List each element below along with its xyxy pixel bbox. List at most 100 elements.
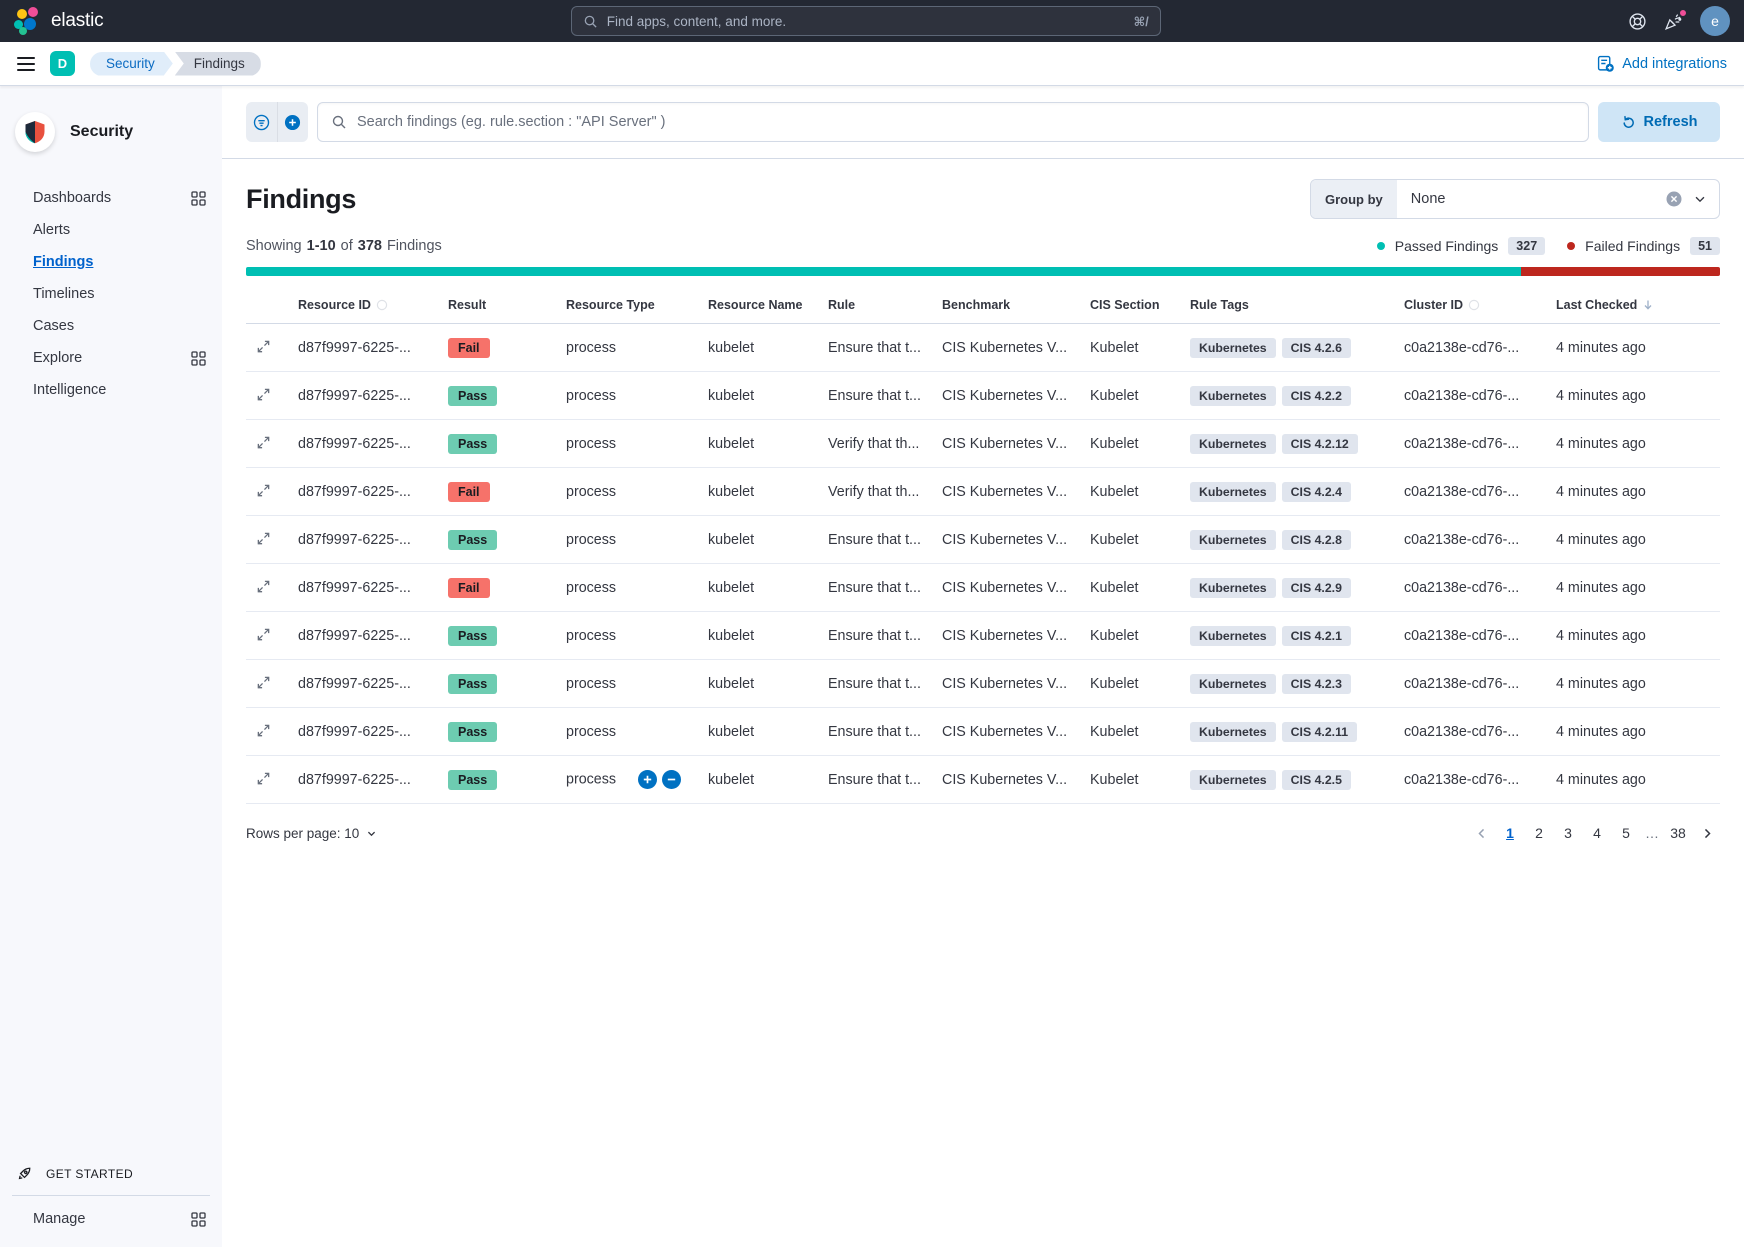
resource-id-cell: d87f9997-6225-... xyxy=(290,611,440,660)
breadcrumb: Security Findings xyxy=(90,51,261,76)
menu-icon[interactable] xyxy=(17,56,35,71)
column-header-resource-name[interactable]: Resource Name xyxy=(700,288,820,324)
table-row: d87f9997-6225-... Pass process kubelet Ensur… xyxy=(246,611,1720,660)
column-header-cis-section[interactable]: CIS Section xyxy=(1082,288,1182,324)
page-button-3[interactable]: 3 xyxy=(1555,820,1581,846)
global-search-input[interactable]: Find apps, content, and more. ⌘/ xyxy=(570,6,1161,36)
expand-row-button[interactable] xyxy=(254,673,273,692)
sidebar-item-timelines[interactable]: Timelines xyxy=(0,278,222,310)
space-badge[interactable]: D xyxy=(50,51,75,76)
column-header-rule[interactable]: Rule xyxy=(820,288,934,324)
column-header-cluster-id[interactable]: Cluster ID xyxy=(1396,288,1548,324)
result-cell: Fail xyxy=(440,467,558,516)
rule-cell: Ensure that t... xyxy=(820,563,934,612)
expand-row-button[interactable] xyxy=(254,433,273,452)
result-badge: Pass xyxy=(448,433,498,454)
column-header-rule-tags[interactable]: Rule Tags xyxy=(1182,288,1396,324)
rule-cell: Ensure that t... xyxy=(820,611,934,660)
expand-row-button[interactable] xyxy=(254,385,273,404)
elastic-logo[interactable]: elastic xyxy=(14,7,104,35)
refresh-button[interactable]: Refresh xyxy=(1598,102,1720,142)
apps-grid-icon[interactable] xyxy=(191,1211,206,1227)
page-button-38[interactable]: 38 xyxy=(1665,820,1691,846)
sidebar-item-cases[interactable]: Cases xyxy=(0,310,222,342)
column-header-result[interactable]: Result xyxy=(440,288,558,324)
sidebar-item-manage[interactable]: Manage xyxy=(0,1196,222,1235)
news-feed-icon[interactable] xyxy=(1664,7,1688,31)
rule-tag-badge: CIS 4.2.12 xyxy=(1281,433,1358,454)
rule-tags-cell: Kubernetes CIS 4.2.3 xyxy=(1182,659,1396,708)
sidebar-item-alerts[interactable]: Alerts xyxy=(0,214,222,246)
previous-page-icon xyxy=(1477,828,1484,838)
column-header-inner: Rule xyxy=(828,298,855,312)
add-filter-icon[interactable] xyxy=(278,102,309,142)
expand-row-button[interactable] xyxy=(254,529,273,548)
apps-grid-icon[interactable] xyxy=(191,190,206,206)
resource-type-value: process xyxy=(566,339,617,356)
user-avatar[interactable]: e xyxy=(1700,6,1730,36)
column-header-resource-type[interactable]: Resource Type xyxy=(558,288,700,324)
breadcrumb-security[interactable]: Security xyxy=(90,52,173,76)
expand-row-button[interactable] xyxy=(254,481,273,500)
next-page-button[interactable] xyxy=(1694,820,1720,846)
page-button-1[interactable]: 1 xyxy=(1497,820,1523,846)
chevron-down-icon[interactable] xyxy=(1693,192,1707,206)
resource-name-cell: kubelet xyxy=(700,467,820,516)
result-badge: Fail xyxy=(448,337,490,358)
add-integrations-button[interactable]: Add integrations xyxy=(1597,55,1727,72)
page-title: Findings xyxy=(246,183,357,214)
sidebar-item-label: Cases xyxy=(33,318,75,334)
sidebar-item-findings[interactable]: Findings xyxy=(0,246,222,278)
filter-for-value-button[interactable] xyxy=(638,770,658,789)
resource-type-value: process xyxy=(566,675,617,692)
column-header-inner: Resource Name xyxy=(708,298,803,312)
security-app-icon xyxy=(15,112,55,152)
column-header-last-checked[interactable]: Last Checked xyxy=(1548,288,1720,324)
expand-row-button[interactable] xyxy=(254,721,273,740)
rule-tag-badge: CIS 4.2.3 xyxy=(1281,673,1351,694)
manage-label: Manage xyxy=(33,1211,86,1227)
table-row: d87f9997-6225-... Pass process kubelet Ensur… xyxy=(246,659,1720,708)
rule-tag-badge: CIS 4.2.9 xyxy=(1281,577,1351,598)
passed-findings-label: Passed Findings xyxy=(1394,238,1499,254)
filter-icon[interactable] xyxy=(246,102,278,142)
page-button-5[interactable]: 5 xyxy=(1613,820,1639,846)
sidebar-item-intelligence[interactable]: Intelligence xyxy=(0,374,222,406)
findings-search-input[interactable]: Search findings (eg. rule.section : "API… xyxy=(317,102,1589,142)
clear-selection-icon[interactable] xyxy=(1666,191,1682,207)
expand-row-button[interactable] xyxy=(254,577,273,596)
column-header-inner: CIS Section xyxy=(1090,298,1159,312)
resource-id-cell: d87f9997-6225-... xyxy=(290,755,440,804)
page-button-4[interactable]: 4 xyxy=(1584,820,1610,846)
expand-row-button[interactable] xyxy=(254,625,273,644)
resource-type-cell: process xyxy=(558,611,700,660)
page-button-2[interactable]: 2 xyxy=(1526,820,1552,846)
column-header-benchmark[interactable]: Benchmark xyxy=(934,288,1082,324)
sidebar-item-explore[interactable]: Explore xyxy=(0,342,222,374)
filter-out-value-button[interactable] xyxy=(662,770,682,789)
help-icon[interactable] xyxy=(1628,12,1647,31)
resource-name-cell: kubelet xyxy=(700,755,820,804)
cluster-id-cell: c0a2138e-cd76-... xyxy=(1396,467,1548,516)
last-checked-cell: 4 minutes ago xyxy=(1548,371,1720,420)
sidebar-item-get-started[interactable]: GET STARTED xyxy=(0,1155,222,1195)
sidebar-item-label: Intelligence xyxy=(33,382,107,398)
rule-tag-badge: CIS 4.2.1 xyxy=(1281,625,1351,646)
column-label: Benchmark xyxy=(942,298,1011,312)
get-started-label: GET STARTED xyxy=(46,1166,134,1181)
resource-id-cell: d87f9997-6225-... xyxy=(290,467,440,516)
apps-grid-icon[interactable] xyxy=(191,350,206,366)
rule-tag-badge: Kubernetes xyxy=(1190,337,1276,358)
sidebar-item-dashboards[interactable]: Dashboards xyxy=(0,182,222,214)
resource-id-cell: d87f9997-6225-... xyxy=(290,323,440,372)
apps-grid-icon[interactable] xyxy=(191,190,206,206)
column-header-resource-id[interactable]: Resource ID xyxy=(290,288,440,324)
resource-type-value: process xyxy=(566,531,617,548)
expand-row-button[interactable] xyxy=(254,337,273,356)
sidebar: Security Dashboards Alerts Findings Timelin… xyxy=(0,86,222,1247)
apps-grid-icon[interactable] xyxy=(191,350,206,366)
rows-per-page-select[interactable]: Rows per page: 10 xyxy=(246,826,377,841)
previous-page-button[interactable] xyxy=(1468,820,1494,846)
expand-row-button[interactable] xyxy=(254,769,273,788)
group-by-select[interactable]: Group by None xyxy=(1310,179,1720,219)
